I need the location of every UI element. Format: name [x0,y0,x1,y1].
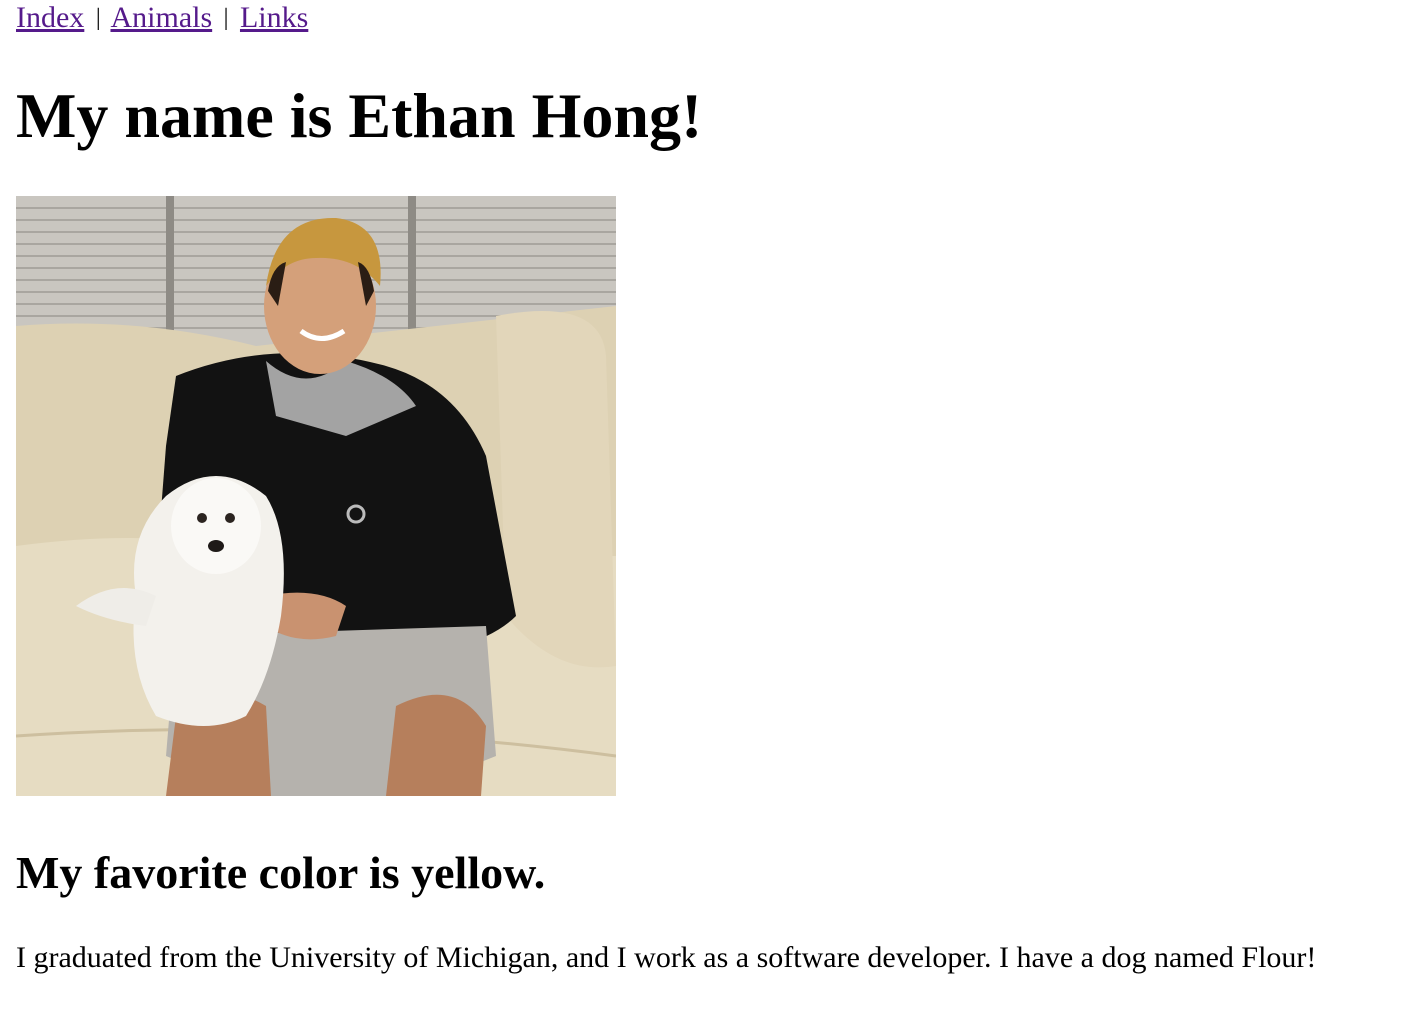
page: Index | Animals | Links My name is Ethan… [16,0,1416,974]
nav-bar: Index | Animals | Links [16,0,1416,36]
nav-separator: | [223,5,229,31]
page-title: My name is Ethan Hong! [16,80,703,151]
favorite-color-heading: My favorite color is yellow. [16,847,546,898]
profile-photo [16,196,616,796]
nav-link-animals[interactable]: Animals [110,1,212,34]
nav-separator: | [95,5,101,31]
nav-link-index[interactable]: Index [16,1,84,34]
nav-link-links[interactable]: Links [240,1,308,34]
bio-paragraph: I graduated from the University of Michi… [16,941,1317,974]
